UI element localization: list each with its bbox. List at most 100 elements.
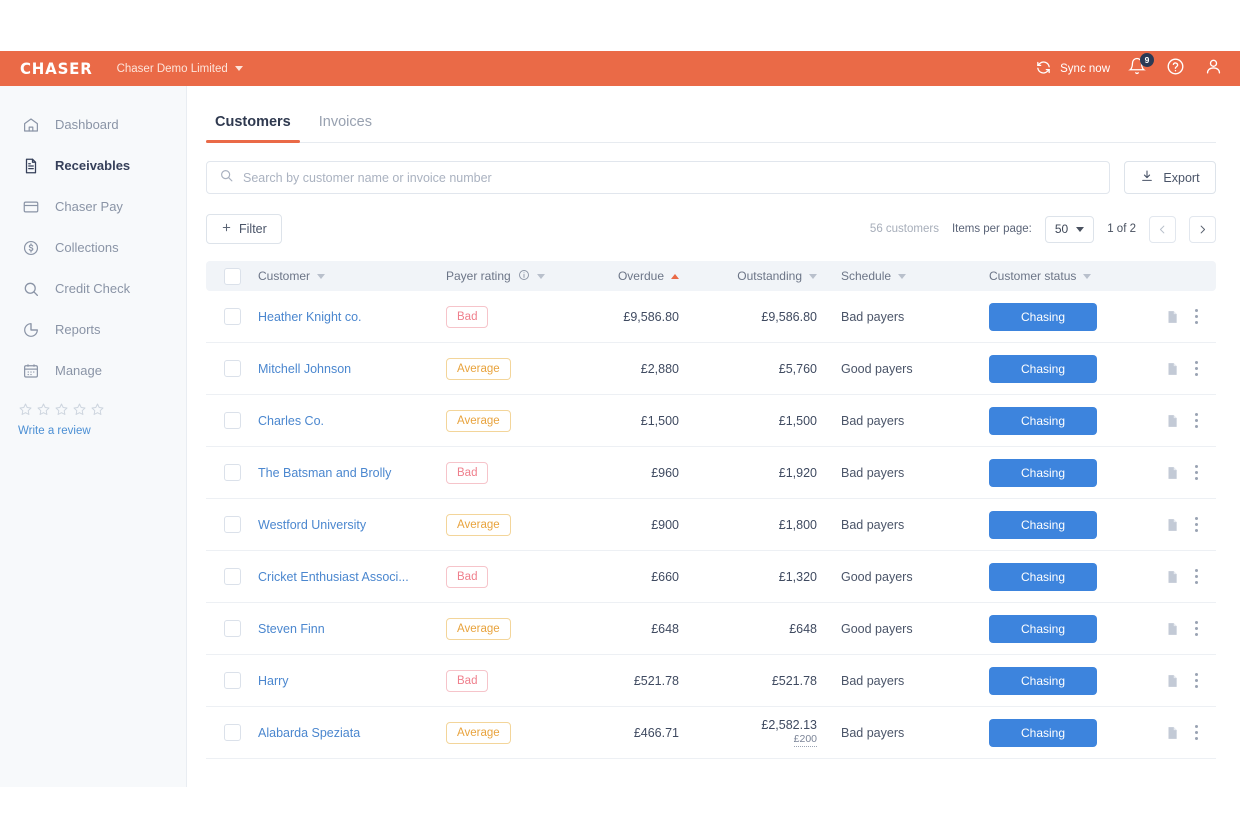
note-icon[interactable] [1165, 361, 1179, 377]
customer-status-button[interactable]: Chasing [989, 354, 1097, 383]
kebab-menu-icon[interactable] [1193, 619, 1200, 638]
customer-link[interactable]: Mitchell Johnson [258, 362, 351, 376]
customer-status-button[interactable]: Chasing [989, 302, 1097, 331]
sidebar-item-manage[interactable]: Manage [0, 350, 186, 391]
column-header-outstanding[interactable]: Outstanding [695, 269, 833, 283]
customer-link[interactable]: Charles Co. [258, 414, 324, 428]
kebab-menu-icon[interactable] [1193, 723, 1200, 742]
row-select-cell [206, 568, 258, 585]
customer-status-button[interactable]: Chasing [989, 614, 1097, 643]
customer-status-button[interactable]: Chasing [989, 406, 1097, 435]
sidebar-item-collections[interactable]: Collections [0, 227, 186, 268]
payer-rating-badge: Average [446, 409, 511, 432]
notifications-button[interactable]: 9 [1126, 52, 1154, 80]
column-header-overdue[interactable]: Overdue [575, 269, 695, 283]
customer-link[interactable]: Steven Finn [258, 622, 325, 636]
kebab-menu-icon[interactable] [1193, 671, 1200, 690]
row-select-cell [206, 724, 258, 741]
sidebar-item-chaser-pay[interactable]: Chaser Pay [0, 186, 186, 227]
note-icon[interactable] [1165, 621, 1179, 637]
kebab-menu-icon[interactable] [1193, 463, 1200, 482]
sidebar-item-dashboard[interactable]: Dashboard [0, 104, 186, 145]
sidebar-item-credit-check[interactable]: Credit Check [0, 268, 186, 309]
account-button[interactable] [1202, 58, 1224, 80]
row-checkbox[interactable] [223, 672, 241, 689]
column-header-schedule[interactable]: Schedule [833, 269, 981, 283]
customer-link[interactable]: Alabarda Speziata [258, 726, 360, 740]
table-row[interactable]: Alabarda Speziata Average £466.71 £2,582.13… [206, 707, 1216, 759]
cell-row-actions [1156, 515, 1216, 534]
row-checkbox[interactable] [223, 360, 241, 377]
kebab-menu-icon[interactable] [1193, 307, 1200, 326]
customer-status-button[interactable]: Chasing [989, 666, 1097, 695]
next-page-button[interactable] [1189, 215, 1216, 243]
customer-link[interactable]: Cricket Enthusiast Associ... [258, 570, 409, 584]
row-checkbox[interactable] [223, 464, 241, 481]
row-checkbox[interactable] [223, 568, 241, 585]
search-input[interactable] [243, 170, 1097, 185]
customer-link[interactable]: Westford University [258, 518, 366, 532]
customer-link[interactable]: Heather Knight co. [258, 310, 362, 324]
customer-status-button[interactable]: Chasing [989, 510, 1097, 539]
note-icon[interactable] [1165, 413, 1179, 429]
select-all-checkbox[interactable] [223, 267, 241, 285]
note-icon[interactable] [1165, 309, 1179, 325]
star-icon[interactable] [72, 402, 87, 422]
note-icon[interactable] [1165, 465, 1179, 481]
write-a-review-link[interactable]: Write a review [0, 425, 186, 437]
table-row[interactable]: Westford University Average £900 £1,800 Bad … [206, 499, 1216, 551]
star-icon[interactable] [54, 402, 69, 422]
column-header-customer-status[interactable]: Customer status [981, 269, 1156, 283]
sidebar-item-receivables[interactable]: Receivables [0, 145, 186, 186]
customer-status-button[interactable]: Chasing [989, 458, 1097, 487]
cell-overdue: £960 [651, 465, 679, 480]
cell-customer-status: Chasing [981, 354, 1156, 383]
customer-status-button[interactable]: Chasing [989, 718, 1097, 747]
kebab-menu-icon[interactable] [1193, 359, 1200, 378]
note-icon[interactable] [1165, 725, 1179, 741]
kebab-menu-icon[interactable] [1193, 515, 1200, 534]
sidebar-item-reports[interactable]: Reports [0, 309, 186, 350]
review-star-rating[interactable] [0, 402, 186, 422]
table-row[interactable]: Cricket Enthusiast Associ... Bad £660 £1,32… [206, 551, 1216, 603]
sync-now-button[interactable]: Sync now [1035, 59, 1110, 79]
row-checkbox[interactable] [223, 516, 241, 533]
customer-status-button[interactable]: Chasing [989, 562, 1097, 591]
kebab-menu-icon[interactable] [1193, 411, 1200, 430]
column-header-payer-rating[interactable]: Payer rating [440, 269, 575, 284]
filter-button[interactable]: Filter [206, 214, 282, 244]
column-header-customer[interactable]: Customer [258, 269, 440, 283]
row-checkbox[interactable] [223, 724, 241, 741]
customer-link[interactable]: The Batsman and Brolly [258, 466, 391, 480]
cell-schedule: Good payers [841, 569, 913, 584]
table-row[interactable]: Heather Knight co. Bad £9,586.80 £9,586.80 B… [206, 291, 1216, 343]
info-icon[interactable] [518, 269, 530, 284]
table-row[interactable]: Mitchell Johnson Average £2,880 £5,760 Good … [206, 343, 1216, 395]
column-label: Schedule [841, 269, 892, 283]
cell-outstanding: £648 [789, 621, 817, 636]
customer-link[interactable]: Harry [258, 674, 289, 688]
table-row[interactable]: The Batsman and Brolly Bad £960 £1,920 Bad p… [206, 447, 1216, 499]
note-icon[interactable] [1165, 517, 1179, 533]
app-logo[interactable]: CHASER [20, 59, 93, 78]
search-field[interactable] [206, 161, 1110, 194]
previous-page-button[interactable] [1149, 215, 1176, 243]
export-button[interactable]: Export [1124, 161, 1216, 194]
row-checkbox[interactable] [223, 412, 241, 429]
note-icon[interactable] [1165, 569, 1179, 585]
kebab-menu-icon[interactable] [1193, 567, 1200, 586]
help-button[interactable] [1164, 58, 1186, 80]
items-per-page-select[interactable]: 50 [1044, 215, 1095, 243]
star-icon[interactable] [90, 402, 105, 422]
row-checkbox[interactable] [223, 620, 241, 637]
tab-customers[interactable]: Customers [206, 114, 300, 143]
tab-invoices[interactable]: Invoices [310, 114, 381, 142]
table-row[interactable]: Harry Bad £521.78 £521.78 Bad payers Chasing [206, 655, 1216, 707]
star-icon[interactable] [18, 402, 33, 422]
table-row[interactable]: Charles Co. Average £1,500 £1,500 Bad payers… [206, 395, 1216, 447]
note-icon[interactable] [1165, 673, 1179, 689]
table-row[interactable]: Steven Finn Average £648 £648 Good payers Cha… [206, 603, 1216, 655]
star-icon[interactable] [36, 402, 51, 422]
organisation-selector[interactable]: Chaser Demo Limited [117, 63, 243, 75]
row-checkbox[interactable] [223, 308, 241, 325]
